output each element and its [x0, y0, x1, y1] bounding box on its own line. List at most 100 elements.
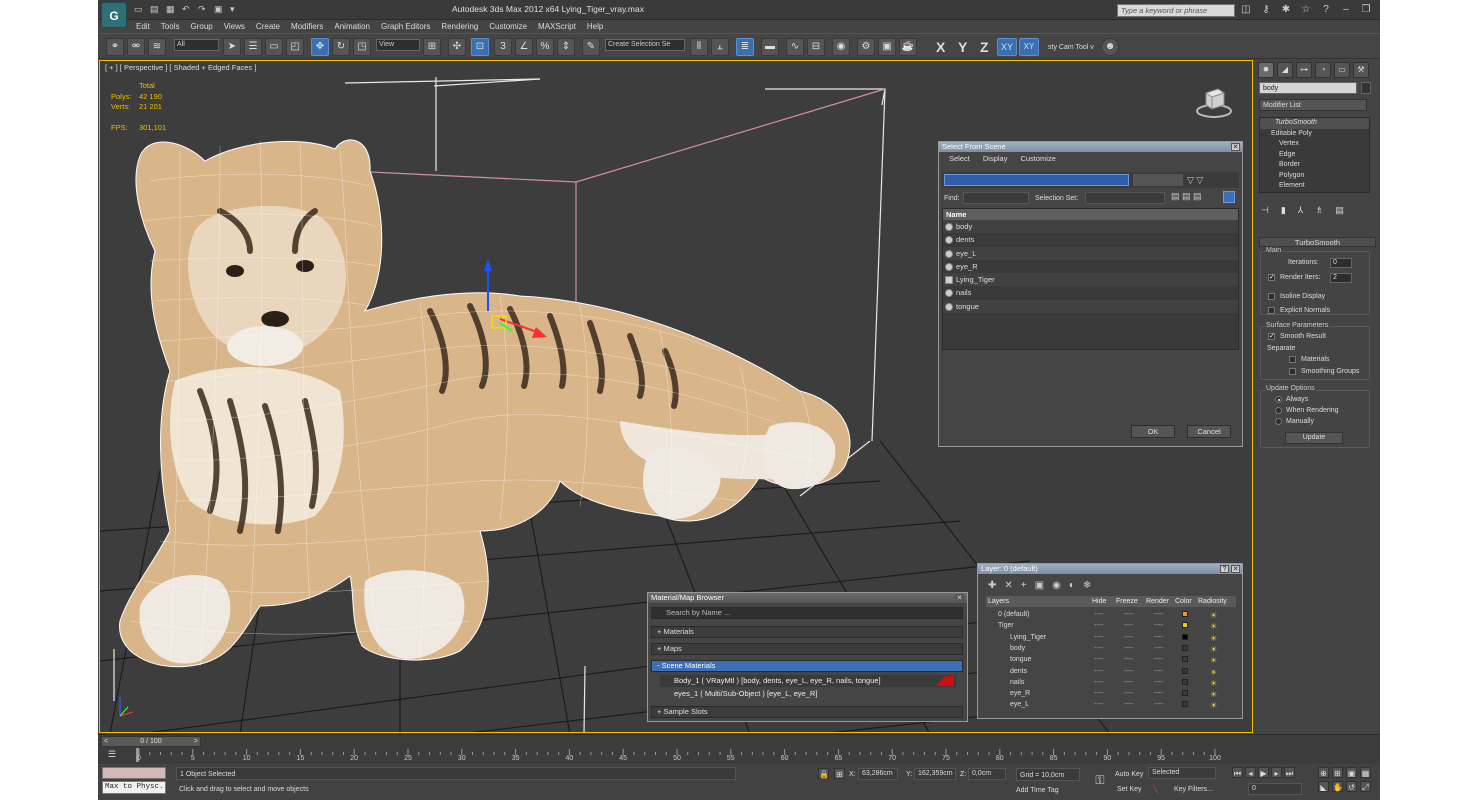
mirror-icon[interactable]: ⫴ — [690, 38, 708, 56]
render-toggle[interactable]: ---- — [1154, 643, 1163, 654]
layer-row[interactable]: nails ---- ---- ---- ☀ — [986, 677, 1236, 688]
menu-graph-editors[interactable]: Graph Editors — [381, 20, 430, 33]
add-time-tag[interactable]: Add Time Tag — [1016, 784, 1059, 797]
always-radio[interactable] — [1275, 396, 1282, 403]
maps-section[interactable]: + Maps — [651, 643, 963, 655]
link-icon[interactable]: ⚭ — [106, 38, 124, 56]
named-selection-select[interactable]: Create Selection Se — [605, 39, 685, 51]
render-toggle[interactable]: ---- — [1154, 688, 1163, 699]
sfs-display-buttons[interactable] — [1133, 174, 1183, 186]
stack-item-element[interactable]: Element — [1260, 181, 1369, 192]
sfs-menu-customize[interactable]: Customize — [1020, 154, 1055, 163]
layer-color-swatch[interactable] — [1182, 622, 1188, 629]
radiosity-icon[interactable]: ☀ — [1210, 700, 1217, 711]
hide-toggle[interactable]: ---- — [1094, 620, 1103, 631]
zoom-icon[interactable]: ⊕ — [1318, 767, 1329, 778]
layer-color-swatch[interactable] — [1182, 667, 1188, 674]
hide-toggle[interactable]: ---- — [1094, 699, 1103, 710]
find-input[interactable] — [963, 192, 1029, 204]
menu-create[interactable]: Create — [256, 20, 280, 33]
zoom-all-icon[interactable]: ⊞ — [1332, 767, 1343, 778]
zoom-extents-all-icon[interactable]: ▦ — [1360, 767, 1371, 778]
freeze-toggle[interactable]: ---- — [1124, 654, 1133, 665]
close-icon[interactable]: ✕ — [1231, 565, 1240, 573]
key-filters-button[interactable]: Key Filters... — [1174, 783, 1213, 796]
update-button[interactable]: Update — [1285, 432, 1343, 444]
render-iters-checkbox[interactable]: ✓ — [1268, 274, 1275, 281]
sfs-selection-icons[interactable]: ▤ ▤ ▤ — [1171, 191, 1223, 205]
select-objects-icon[interactable]: ▣ — [1035, 580, 1044, 591]
render-toggle[interactable]: ---- — [1154, 654, 1163, 665]
layer-row[interactable]: eye_R ---- ---- ---- ☀ — [986, 688, 1236, 699]
current-frame-field[interactable]: 0 — [1248, 783, 1302, 795]
hide-toggle[interactable]: ---- — [1094, 632, 1103, 643]
configure-modifier-sets-icon[interactable]: ▤ — [1335, 205, 1344, 216]
hide-toggle[interactable]: ---- — [1094, 654, 1103, 665]
smoothing-groups-checkbox[interactable] — [1289, 368, 1296, 375]
subscription-icon[interactable]: ⚷ — [1260, 4, 1272, 16]
manipulate-icon[interactable]: ✣ — [448, 38, 466, 56]
help-button[interactable]: ? — [1220, 565, 1229, 573]
scene-materials-section[interactable]: - Scene Materials — [651, 660, 963, 672]
material-editor-icon[interactable]: ◉ — [832, 38, 850, 56]
render-toggle[interactable]: ---- — [1154, 632, 1163, 643]
hide-toggle[interactable]: ---- — [1094, 666, 1103, 677]
go-to-start-icon[interactable]: ⏮ — [1232, 767, 1243, 778]
field-of-view-icon[interactable]: ◣ — [1318, 781, 1329, 792]
pan-icon[interactable]: ✋ — [1332, 781, 1343, 792]
time-next-icon[interactable]: > — [194, 737, 198, 746]
object-color-swatch[interactable] — [1361, 82, 1371, 94]
render-toggle[interactable]: ---- — [1154, 609, 1163, 620]
smooth-result-checkbox[interactable]: ✓ — [1268, 333, 1275, 340]
unlink-icon[interactable]: ⚮ — [127, 38, 145, 56]
render-iters-spinner[interactable]: 2 — [1330, 273, 1352, 283]
materials-section[interactable]: + Materials — [651, 626, 963, 638]
curve-editor-icon[interactable]: ∿ — [786, 38, 804, 56]
select-by-name-icon[interactable]: ☰ — [244, 38, 262, 56]
render-toggle[interactable]: ---- — [1154, 677, 1163, 688]
stack-item-polygon[interactable]: Polygon — [1260, 171, 1369, 182]
auto-key-button[interactable]: Auto Key — [1115, 768, 1143, 781]
hide-toggle[interactable]: ---- — [1094, 609, 1103, 620]
align-icon[interactable]: ⫠ — [711, 38, 729, 56]
material-search-input[interactable]: Search by Name ... — [651, 607, 963, 619]
list-item[interactable]: body — [943, 220, 1238, 234]
layer-row[interactable]: eye_L ---- ---- ---- ☀ — [986, 699, 1236, 710]
filter-icon[interactable]: ▽ ▽ — [1187, 174, 1211, 186]
layer-color-swatch[interactable] — [1182, 633, 1188, 640]
layer-manager-icon[interactable]: ≣ — [736, 38, 754, 56]
pivot-center-icon[interactable]: ⊞ — [423, 38, 441, 56]
sfs-type-filter-buttons[interactable] — [944, 174, 1129, 186]
utilities-tab-icon[interactable]: ⚒ — [1353, 62, 1369, 78]
constraint-y[interactable]: Y — [958, 39, 967, 55]
modify-tab-icon[interactable]: ◢ — [1277, 62, 1293, 78]
hierarchy-tab-icon[interactable]: ⊶ — [1296, 62, 1312, 78]
bind-space-warp-icon[interactable]: ≋ — [148, 38, 166, 56]
graphite-ribbon-icon[interactable]: ▬ — [761, 38, 779, 56]
freeze-all-icon[interactable]: ❄ — [1083, 580, 1091, 591]
window-crossing-icon[interactable]: ◰ — [286, 38, 304, 56]
schematic-view-icon[interactable]: ⊟ — [807, 38, 825, 56]
rectangle-selection-icon[interactable]: ▭ — [265, 38, 283, 56]
camera-tool-icon[interactable]: ☻ — [1101, 38, 1119, 56]
list-item[interactable]: dents — [943, 233, 1238, 246]
manually-radio[interactable] — [1275, 418, 1282, 425]
constraint-x[interactable]: X — [936, 39, 945, 55]
iterations-spinner[interactable]: 0 — [1330, 258, 1352, 268]
communication-icon[interactable]: ✱ — [1280, 4, 1292, 16]
binoculars-icon[interactable]: ◫ — [1240, 4, 1252, 16]
create-tab-icon[interactable]: ✸ — [1258, 62, 1274, 78]
zoom-extents-icon[interactable]: ▣ — [1346, 767, 1357, 778]
freeze-toggle[interactable]: ---- — [1124, 677, 1133, 688]
maximize-viewport-icon[interactable]: ⤢ — [1360, 781, 1371, 792]
menu-tools[interactable]: Tools — [161, 20, 180, 33]
layer-color-swatch[interactable] — [1182, 690, 1188, 697]
maxscript-output[interactable]: Max to Physc. — [102, 781, 166, 794]
render-setup-icon[interactable]: ⚙ — [857, 38, 875, 56]
freeze-toggle[interactable]: ---- — [1124, 688, 1133, 699]
menu-help[interactable]: Help — [587, 20, 603, 33]
when-rendering-radio[interactable] — [1275, 407, 1282, 414]
render-production-icon[interactable]: ☕ — [899, 38, 917, 56]
material-item-body[interactable]: Body_1 ( VRayMtl ) [body, dents, eye_L, … — [660, 675, 956, 687]
highlight-layer-icon[interactable]: ◉ — [1052, 580, 1061, 591]
